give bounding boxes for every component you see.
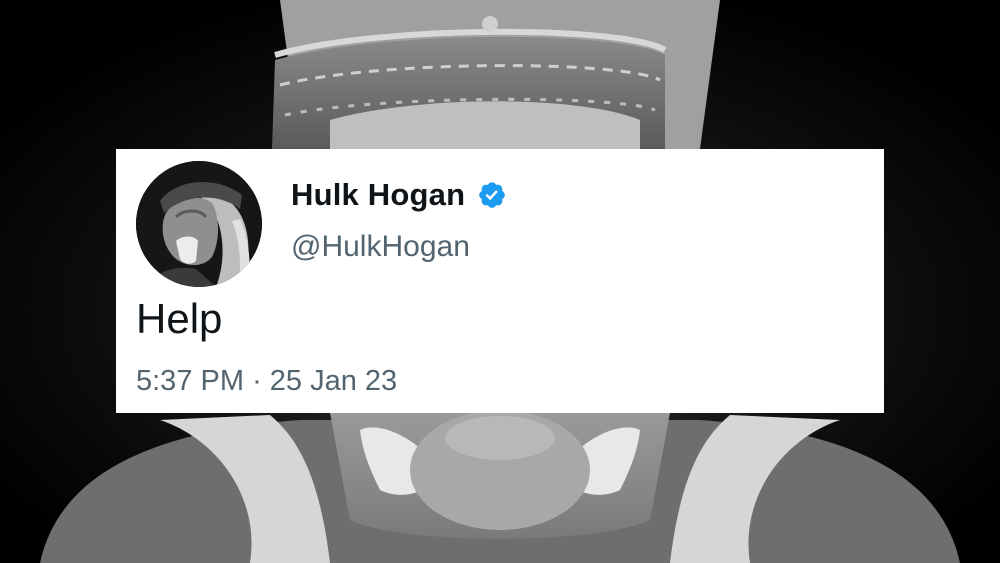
tweet-time: 5:37 PM bbox=[136, 365, 244, 397]
author-row: Hulk Hogan bbox=[291, 177, 507, 213]
tweet-timestamp[interactable]: 5:37 PM · 25 Jan 23 bbox=[136, 365, 397, 398]
avatar[interactable] bbox=[136, 161, 262, 287]
tweet-date: 25 Jan 23 bbox=[269, 365, 398, 397]
tweet-card[interactable]: Hulk Hogan @HulkHogan Help 5:37 PM · 25 … bbox=[116, 149, 884, 413]
meme-image: Hulk Hogan @HulkHogan Help 5:37 PM · 25 … bbox=[0, 0, 1000, 563]
profile-photo bbox=[136, 161, 262, 287]
meta-separator: · bbox=[252, 365, 262, 397]
display-name[interactable]: Hulk Hogan bbox=[291, 177, 465, 213]
user-handle[interactable]: @HulkHogan bbox=[291, 230, 470, 264]
tweet-text: Help bbox=[136, 295, 223, 342]
verified-badge-icon bbox=[477, 180, 507, 210]
